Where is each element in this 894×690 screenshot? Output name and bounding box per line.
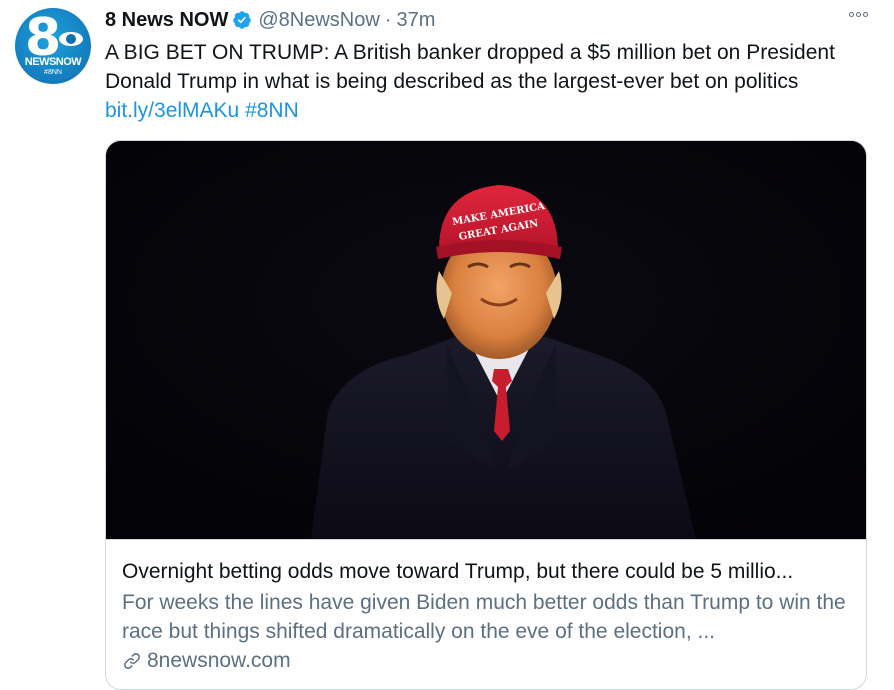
tweet-header: 8 News NOW @8NewsNow · 37m bbox=[105, 7, 435, 33]
card-body[interactable]: Overnight betting odds move toward Trump… bbox=[106, 539, 866, 675]
verified-badge-icon bbox=[233, 11, 252, 29]
tweet-hashtag[interactable]: #8NN bbox=[245, 99, 299, 122]
link-preview-card[interactable]: MAKE AMERICA GREAT AGAIN Overnight betti… bbox=[105, 140, 867, 690]
tweet[interactable]: 8 NEWSNOW #8NN 8 News NOW @8NewsNow · 37… bbox=[0, 0, 894, 690]
avatar-logo-tag: #8NN bbox=[44, 69, 62, 76]
author-name[interactable]: 8 News NOW bbox=[105, 9, 228, 32]
author-handle[interactable]: @8NewsNow bbox=[258, 9, 379, 32]
card-description: For weeks the lines have given Biden muc… bbox=[122, 591, 846, 643]
more-options-icon[interactable] bbox=[849, 12, 868, 17]
avatar[interactable]: 8 NEWSNOW #8NN bbox=[15, 8, 91, 84]
tweet-link[interactable]: bit.ly/3elMAKu bbox=[105, 99, 239, 122]
avatar-logo-brand: NEWSNOW bbox=[24, 56, 82, 68]
header-separator: · bbox=[384, 8, 392, 31]
tweet-text: A BIG BET ON TRUMP: A British banker dro… bbox=[105, 38, 865, 125]
tweet-timestamp[interactable]: 37m bbox=[396, 9, 435, 32]
card-domain-text: 8newsnow.com bbox=[147, 649, 291, 672]
tweet-body: A BIG BET ON TRUMP: A British banker dro… bbox=[105, 41, 835, 93]
card-image[interactable]: MAKE AMERICA GREAT AGAIN bbox=[106, 141, 866, 539]
avatar-eye-logo-icon bbox=[59, 32, 83, 46]
card-domain: 8newsnow.com bbox=[122, 646, 852, 675]
link-icon bbox=[124, 652, 140, 669]
card-title: Overnight betting odds move toward Trump… bbox=[122, 560, 794, 583]
card-photo: MAKE AMERICA GREAT AGAIN bbox=[106, 141, 866, 539]
